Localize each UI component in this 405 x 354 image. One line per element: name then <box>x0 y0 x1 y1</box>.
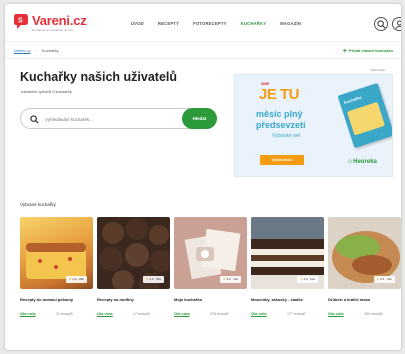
svg-text:S: S <box>18 18 23 25</box>
ad-label: REKLAMA <box>370 68 385 72</box>
rating-votes: 41x <box>387 277 392 281</box>
recipe-count: 350 receptů <box>364 312 383 316</box>
ad-book-picture <box>346 101 386 136</box>
advertisement-banner[interactable]: 3ME JE TU měsíc plný předsevzetí Vybavte… <box>234 74 393 177</box>
rating-badge: ★ 4.0 · 64x <box>296 276 318 283</box>
cookbook-meta: Ola vola 378 receptů <box>174 311 247 319</box>
author-link[interactable]: Ola vola <box>174 311 190 316</box>
cookbook-name[interactable]: Moučníky, zákusky - sladké <box>251 297 324 302</box>
cookbook-card[interactable]: ★ 3.2 · 10x Moje kuchařka Ola vola 378 r… <box>174 217 247 319</box>
nav-magazin[interactable]: MAGAZÍN <box>280 21 301 26</box>
add-cookbook-label: Přidat vlastní kuchařku <box>348 48 393 53</box>
search-icon <box>30 115 39 124</box>
cookbook-name[interactable]: Drůbeží a králičí maso <box>328 297 401 302</box>
user-icon <box>395 20 401 29</box>
logo-text: Vareni.cz <box>32 13 87 28</box>
cookbook-meta: Ola vola 177 receptů <box>251 311 324 319</box>
breadcrumb-current: Kuchařky <box>41 48 59 53</box>
breadcrumb-home[interactable]: Vaření.cz <box>14 48 31 53</box>
nav-recepty[interactable]: RECEPTY <box>158 21 179 26</box>
cookbook-name[interactable]: Moje kuchařka <box>174 297 247 302</box>
divider <box>5 58 401 59</box>
cookbook-card[interactable]: ★ 4.2 · 89x Recepty na muffiny Ola vola … <box>97 217 170 319</box>
recipe-count: 17 receptů <box>133 312 150 316</box>
recipe-count: 31 receptů <box>56 312 73 316</box>
page-subtitle: uživatelé vytvořili 0 kuchařek <box>21 89 72 94</box>
ad-book-image: Kuchařka <box>337 82 392 149</box>
ad-cta-button[interactable]: Vybrat knihu <box>260 155 304 165</box>
heureka-text: Heureka <box>353 159 377 165</box>
rating-badge: ★ 4.1 · 41x <box>373 276 395 283</box>
ad-subtitle: Vybavte se! <box>272 133 301 139</box>
cookbook-image[interactable]: ★ 4.0 · 64x <box>251 217 324 289</box>
heureka-logo: ☺Heureka <box>347 159 377 165</box>
rating-value: 4.0 <box>303 277 308 281</box>
cookbook-meta: Ola vola 17 receptů <box>97 311 170 319</box>
breadcrumb-separator: › <box>35 48 37 53</box>
rating-votes: 89x <box>156 277 161 281</box>
ad-book-title: Kuchařka <box>343 94 363 106</box>
ad-line-1: měsíc plný <box>256 109 303 119</box>
rating-value: 3.2 <box>226 277 231 281</box>
main-nav: ÚVOD RECEPTY FOTORECEPTY KUCHAŘKY MAGAZÍ… <box>131 21 315 26</box>
nav-kucharky[interactable]: KUCHAŘKY <box>241 21 267 26</box>
ad-line-2: předsevzetí <box>256 120 306 130</box>
search-submit-button[interactable]: Hledat <box>182 108 217 129</box>
browser-page: S Vareni.cz Rozšiřujeme kuchařské obzory… <box>5 4 401 350</box>
cookbook-meta: Ola vola 31 receptů <box>20 311 93 319</box>
author-link[interactable]: Ola vola <box>97 311 113 316</box>
rating-badge: ★ 4.0 · 88x <box>65 276 87 283</box>
cookbook-name[interactable]: Recepty na muffiny <box>97 297 170 302</box>
site-logo[interactable]: S Vareni.cz Rozšiřujeme kuchařské obzory <box>13 13 123 35</box>
cookbook-image[interactable]: ★ 4.0 · 88x <box>20 217 93 289</box>
search-input[interactable] <box>45 114 165 124</box>
cookbook-name[interactable]: Recepty do domácí pekárny <box>20 297 93 302</box>
search-button[interactable] <box>374 17 388 31</box>
featured-title: Vybrané kuchařky <box>20 202 56 207</box>
rating-votes: 64x <box>310 277 315 281</box>
site-header: S Vareni.cz Rozšiřujeme kuchařské obzory… <box>5 4 401 42</box>
rating-votes: 10x <box>233 277 238 281</box>
cookbook-image[interactable]: ★ 4.2 · 89x <box>97 217 170 289</box>
cookbook-image[interactable]: ★ 3.2 · 10x <box>174 217 247 289</box>
nav-uvod[interactable]: ÚVOD <box>131 21 144 26</box>
nav-fotorecepty[interactable]: FOTORECEPTY <box>193 21 227 26</box>
breadcrumb: Vaření.cz › Kuchařky <box>14 48 59 53</box>
rating-value: 4.0 <box>72 277 77 281</box>
logo-tagline: Rozšiřujeme kuchařské obzory <box>32 28 74 32</box>
featured-cookbooks: ★ 4.0 · 88x Recepty do domácí pekárny Ol… <box>20 217 401 337</box>
recipe-count: 177 receptů <box>287 312 306 316</box>
rating-badge: ★ 4.2 · 89x <box>142 276 164 283</box>
cookbook-card[interactable]: ★ 4.0 · 64x Moučníky, zákusky - sladké O… <box>251 217 324 319</box>
rating-badge: ★ 3.2 · 10x <box>219 276 241 283</box>
user-button[interactable] <box>392 17 401 31</box>
rating-value: 4.1 <box>380 277 385 281</box>
rating-value: 4.2 <box>149 277 154 281</box>
logo-icon: S <box>14 14 28 29</box>
author-link[interactable]: Ola vola <box>20 311 36 316</box>
cookbook-card[interactable]: ★ 4.1 · 41x Drůbeží a králičí maso Ola v… <box>328 217 401 319</box>
author-link[interactable]: Ola vola <box>328 311 344 316</box>
rating-votes: 88x <box>79 277 84 281</box>
author-link[interactable]: Ola vola <box>251 311 267 316</box>
add-cookbook-link[interactable]: + Přidat vlastní kuchařku <box>343 48 393 55</box>
page-title: Kuchařky našich uživatelů <box>20 70 178 84</box>
search-icon <box>377 20 386 29</box>
plus-icon: + <box>342 48 347 55</box>
ad-headline: JE TU <box>259 86 300 103</box>
cookbook-card[interactable]: ★ 4.0 · 88x Recepty do domácí pekárny Ol… <box>20 217 93 319</box>
recipe-count: 378 receptů <box>210 312 229 316</box>
cookbook-image[interactable]: ★ 4.1 · 41x <box>328 217 401 289</box>
cookbook-meta: Ola vola 350 receptů <box>328 311 401 319</box>
